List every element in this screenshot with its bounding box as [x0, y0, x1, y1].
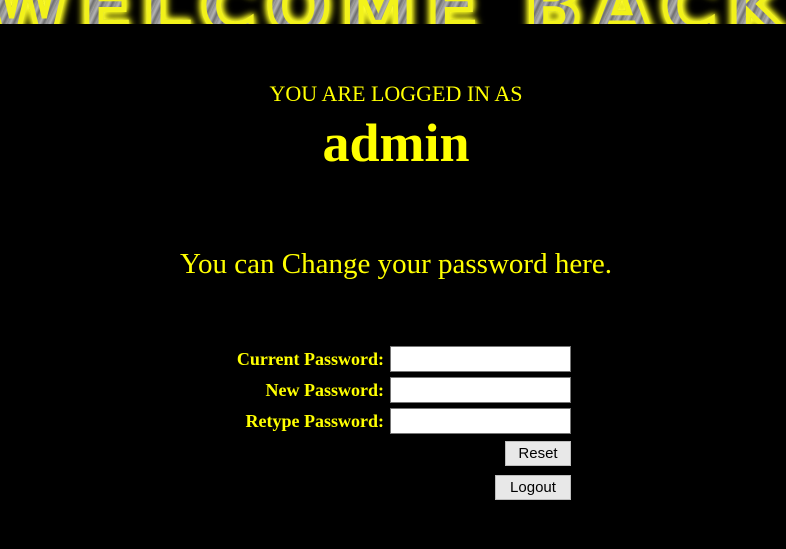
banner-logo-text: WELCOME BACK [0, 0, 786, 24]
new-password-input[interactable] [390, 377, 571, 403]
logout-button[interactable]: Logout [495, 475, 571, 500]
logged-in-label: YOU ARE LOGGED IN AS [269, 81, 523, 106]
current-password-input[interactable] [390, 346, 571, 372]
welcome-banner: WELCOME BACK [0, 0, 786, 24]
retype-password-input[interactable] [390, 408, 571, 434]
reset-button[interactable]: Reset [505, 441, 571, 466]
change-password-message: You can Change your password here. [180, 248, 612, 280]
username: admin [322, 113, 470, 173]
new-password-label: New Password: [265, 380, 385, 400]
current-password-label: Current Password: [236, 349, 384, 369]
retype-password-label: Retype Password: [245, 411, 384, 431]
